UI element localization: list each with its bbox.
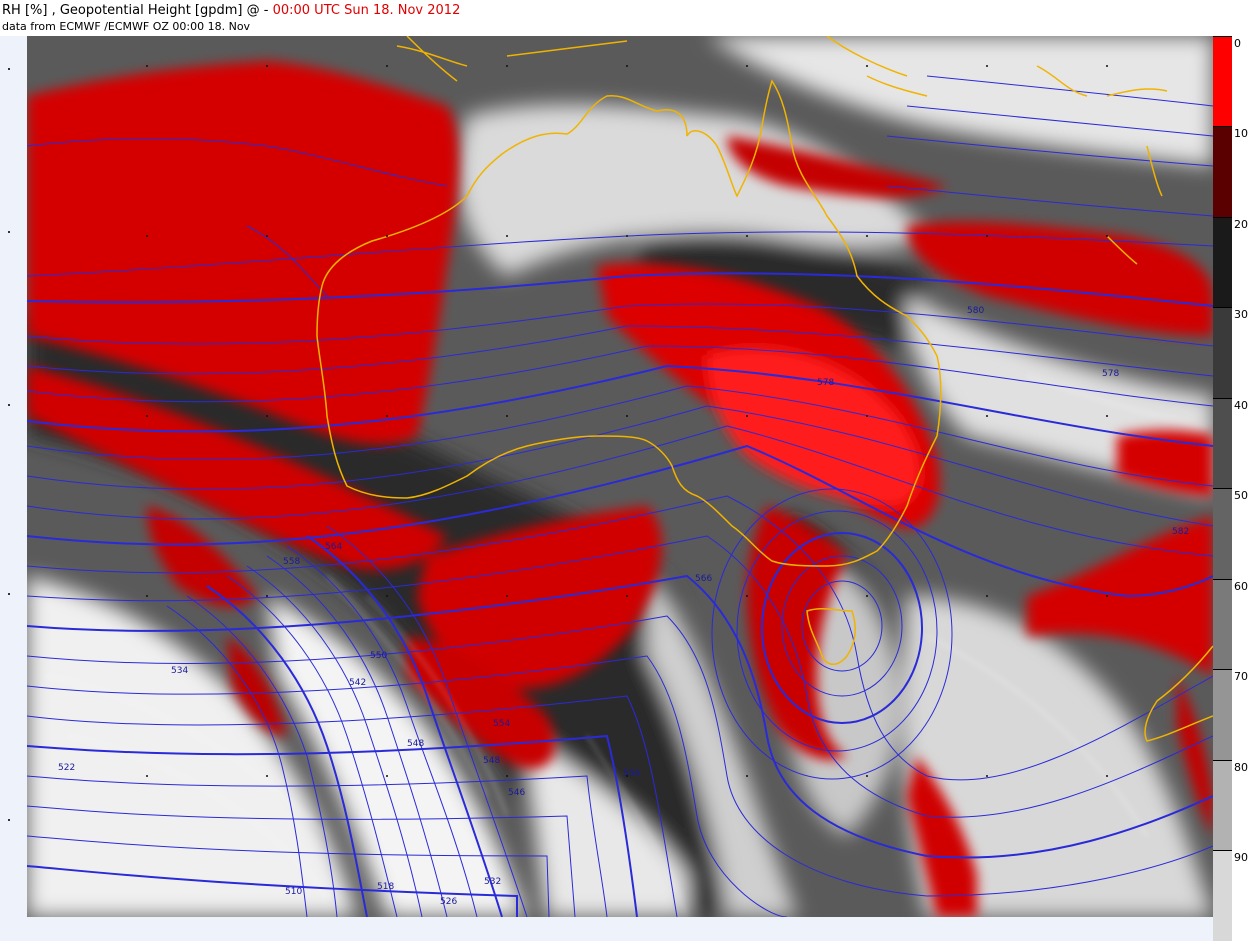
map-subtitle: data from ECMWF /ECMWF OZ 00:00 18. Nov (2, 20, 251, 33)
contour-label: 534 (171, 666, 188, 676)
contour-label: 522 (58, 763, 75, 773)
contour-label: 564 (325, 542, 342, 552)
contour-label: 578 (817, 378, 834, 388)
map-title: RH [%] , Geopotential Height [gpdm] @ - … (2, 3, 460, 18)
colorbar-segment (1213, 850, 1232, 941)
colorbar-label: 80 (1234, 761, 1248, 774)
colorbar-label: 10 (1234, 127, 1248, 140)
contour-label: 548 (483, 756, 500, 766)
map-header: RH [%] , Geopotential Height [gpdm] @ - … (0, 0, 1250, 36)
colorbar-segment (1213, 307, 1232, 398)
colorbar-label: 40 (1234, 399, 1248, 412)
left-margin (0, 36, 27, 941)
contour-label: 510 (285, 887, 302, 897)
colorbar-label: 30 (1234, 308, 1248, 321)
bottom-margin (27, 917, 1213, 941)
contour-label: 578 (1102, 369, 1119, 379)
colorbar-segment (1213, 36, 1232, 126)
contour-label: 532 (484, 877, 501, 887)
contour-label: 554 (493, 719, 510, 729)
colorbar-segment (1213, 217, 1232, 307)
colorbar-label: 50 (1234, 489, 1248, 502)
contour-label: 548 (407, 739, 424, 749)
colorbar-label: 20 (1234, 218, 1248, 231)
contour-label: 556 (623, 769, 640, 779)
title-prefix: RH [%] , Geopotential Height [gpdm] @ - (2, 3, 273, 18)
colorbar-segment (1213, 669, 1232, 760)
colorbar-segment (1213, 579, 1232, 669)
colorbar-segment (1213, 126, 1232, 217)
contour-label: 526 (440, 897, 457, 907)
colorbar (1213, 36, 1232, 941)
colorbar-segment (1213, 760, 1232, 850)
colorbar-label: 60 (1234, 580, 1248, 593)
contour-label: 582 (1172, 527, 1189, 537)
title-time: 00:00 UTC Sun 18. Nov 2012 (272, 3, 461, 18)
colorbar-label: 90 (1234, 851, 1248, 864)
colorbar-segment (1213, 398, 1232, 488)
contour-label: 518 (377, 882, 394, 892)
contour-label: 542 (349, 678, 366, 688)
contour-label: 550 (370, 651, 387, 661)
colorbar-label: 0 (1234, 37, 1241, 50)
colorbar-label: 70 (1234, 670, 1248, 683)
contour-label: 566 (695, 574, 712, 584)
contour-label: 580 (967, 306, 984, 316)
contour-label: 546 (508, 788, 525, 798)
colorbar-segment (1213, 488, 1232, 579)
weather-map[interactable]: 580 578 578 582 564 566 558 550 542 548 … (27, 36, 1213, 917)
contour-label: 558 (283, 557, 300, 567)
map-canvas: 580 578 578 582 564 566 558 550 542 548 … (27, 36, 1213, 917)
